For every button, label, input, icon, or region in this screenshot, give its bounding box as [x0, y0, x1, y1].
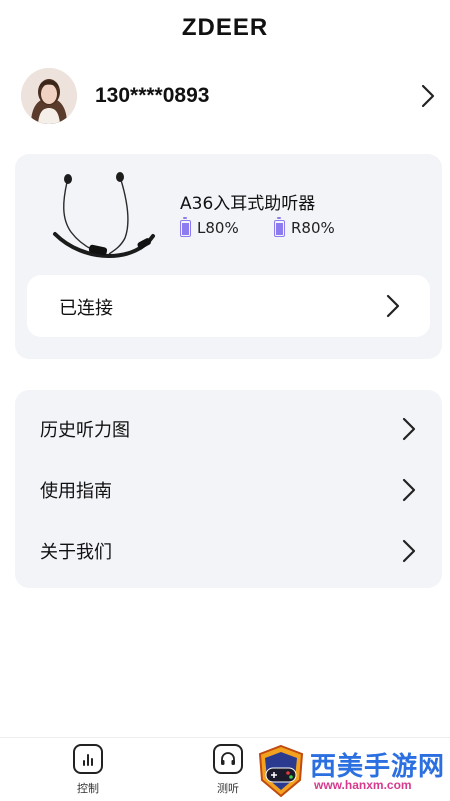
headphones-icon: [213, 744, 243, 774]
battery-fill-left: [182, 222, 189, 235]
chevron-right-icon[interactable]: [402, 478, 416, 502]
menu-item-user-guide[interactable]: 使用指南: [15, 462, 442, 518]
menu-item-label: 历史听力图: [40, 420, 130, 441]
menu-item-label: 使用指南: [40, 481, 112, 502]
device-name: A36入耳式助听器: [180, 194, 316, 214]
app-title: ZDEER: [181, 14, 269, 41]
battery-icon: [274, 216, 285, 237]
battery-icon: [180, 216, 191, 237]
battery-left: L80%: [180, 216, 239, 237]
connection-status-label: 已连接: [59, 298, 113, 319]
battery-right-label: R80%: [291, 219, 335, 237]
watermark-url: www.hanxm.com: [314, 778, 412, 792]
profile-row[interactable]: 130****0893: [21, 68, 441, 124]
battery-right: R80%: [274, 216, 335, 237]
chevron-right-icon[interactable]: [386, 294, 400, 318]
chevron-right-icon[interactable]: [402, 417, 416, 441]
tab-hearing-test[interactable]: 测听: [198, 744, 258, 796]
tab-label: 控制: [77, 782, 99, 795]
menu-item-label: 关于我们: [40, 542, 112, 563]
chevron-right-icon[interactable]: [402, 539, 416, 563]
earphone-image: [53, 172, 155, 259]
menu-item-about-us[interactable]: 关于我们: [15, 523, 442, 579]
tab-control[interactable]: 控制: [58, 744, 118, 796]
menu-item-hearing-history[interactable]: 历史听力图: [15, 401, 442, 457]
menu-card: 历史听力图 使用指南 关于我们: [15, 390, 442, 588]
tab-label: 测听: [217, 782, 239, 795]
device-card: A36入耳式助听器 L80% R80% 已连接: [15, 154, 442, 359]
avatar[interactable]: [21, 68, 77, 124]
watermark: 西美手游网 www.hanxm.com: [250, 742, 446, 798]
gamepad-logo-icon: [258, 744, 304, 798]
connection-status-row[interactable]: 已连接: [27, 275, 430, 337]
equalizer-icon: [73, 744, 103, 774]
profile-chevron-right-icon[interactable]: [421, 84, 435, 108]
battery-fill-right: [276, 222, 283, 235]
avatar-photo: [21, 68, 77, 124]
battery-left-label: L80%: [197, 219, 239, 237]
phone-number: 130****0893: [95, 84, 210, 107]
